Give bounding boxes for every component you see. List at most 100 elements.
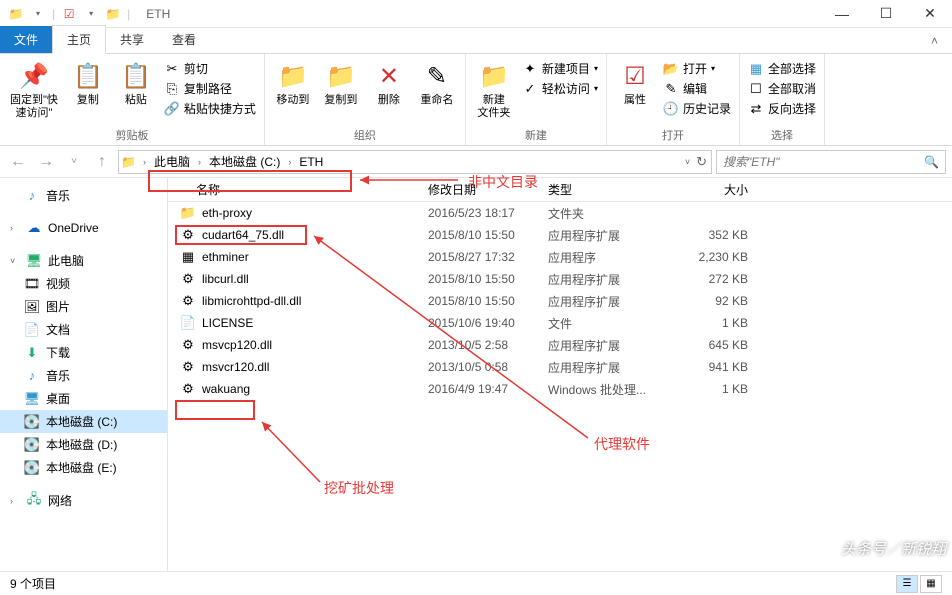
qat-dropdown-icon[interactable]: ▾ [30,6,46,22]
pin-quickaccess-button[interactable]: 📌 固定到"快 速访问" [6,58,62,122]
file-list[interactable]: 📁eth-proxy2016/5/23 18:17文件夹⚙cudart64_75… [168,202,952,400]
properties-button[interactable]: ☑属性 [613,58,657,109]
new-item-button[interactable]: ✦新建项目▾ [522,60,598,77]
easy-access-button[interactable]: ✓轻松访问▾ [522,80,598,97]
col-name[interactable]: 名称 [168,181,428,198]
table-row[interactable]: ⚙wakuang2016/4/9 19:47Windows 批处理...1 KB [168,378,952,400]
breadcrumb-eth[interactable]: ETH [295,153,327,171]
file-type: 应用程序 [548,249,678,266]
open-icon: 📂 [663,61,679,77]
edit-button[interactable]: ✎编辑 [663,80,731,97]
column-headers: 名称 修改日期 类型 大小 [168,178,952,202]
tab-file[interactable]: 文件 [0,26,52,53]
table-row[interactable]: ▦ethminer2015/8/27 17:32应用程序2,230 KB [168,246,952,268]
table-row[interactable]: ⚙msvcr120.dll2013/10/5 0:58应用程序扩展941 KB [168,356,952,378]
breadcrumb-thispc[interactable]: 此电脑 [150,151,194,172]
chevron-right-icon[interactable]: › [196,157,203,167]
nav-forward-button[interactable]: → [34,150,58,174]
table-row[interactable]: 📄LICENSE2015/10/6 19:40文件1 KB [168,312,952,334]
file-icon: ⚙ [180,271,196,287]
sidebar-item-downloads[interactable]: ⬇下载 [0,341,167,364]
chevron-right-icon[interactable]: › [286,157,293,167]
sidebar-item-videos[interactable]: 🎞视频 [0,272,167,295]
copy-button[interactable]: 📋 复制 [66,58,110,109]
file-type: 应用程序扩展 [548,293,678,310]
sidebar-item-music-qa[interactable]: ♪音乐 [0,184,167,207]
tab-view[interactable]: 查看 [158,26,210,53]
minimize-button[interactable]: — [820,0,864,28]
sidebar-item-documents[interactable]: 📄文档 [0,318,167,341]
file-size: 941 KB [678,360,768,374]
sidebar-item-thispc[interactable]: ˅🖥此电脑 [0,249,167,272]
new-item-icon: ✦ [522,61,538,77]
table-row[interactable]: 📁eth-proxy2016/5/23 18:17文件夹 [168,202,952,224]
paste-button[interactable]: 📋 粘贴 [114,58,158,109]
file-size: 1 KB [678,316,768,330]
file-size: 272 KB [678,272,768,286]
new-folder-button[interactable]: 📁新建 文件夹 [472,58,516,122]
invert-icon: ⇄ [748,101,764,117]
copy-to-button[interactable]: 📁复制到 [319,58,363,109]
select-none-button[interactable]: ☐全部取消 [748,80,816,97]
file-date: 2015/8/10 15:50 [428,272,548,286]
qat-dropdown2-icon[interactable]: ▾ [83,6,99,22]
tab-share[interactable]: 共享 [106,26,158,53]
sidebar-item-diske[interactable]: 💽本地磁盘 (E:) [0,456,167,479]
address-bar[interactable]: 📁 › 此电脑 › 本地磁盘 (C:) › ETH ˅ ↻ [118,150,712,174]
table-row[interactable]: ⚙cudart64_75.dll2015/8/10 15:50应用程序扩展352… [168,224,952,246]
drive-icon: 💽 [24,414,40,430]
file-size: 352 KB [678,228,768,242]
icons-view-button[interactable]: ▦ [920,575,942,593]
sidebar-item-pictures[interactable]: 🖼图片 [0,295,167,318]
file-date: 2016/5/23 18:17 [428,206,548,220]
open-button[interactable]: 📂打开▾ [663,60,731,77]
details-view-button[interactable]: ☰ [896,575,918,593]
ribbon-expand-icon[interactable]: ˄ [917,29,952,53]
sidebar-item-music[interactable]: ♪音乐 [0,364,167,387]
search-icon[interactable]: 🔍 [924,155,939,169]
delete-button[interactable]: ✕删除 [367,58,411,109]
table-row[interactable]: ⚙libmicrohttpd-dll.dll2015/8/10 15:50应用程… [168,290,952,312]
chevron-icon[interactable]: › [10,496,20,506]
move-to-button[interactable]: 📁移动到 [271,58,315,109]
table-row[interactable]: ⚙libcurl.dll2015/8/10 15:50应用程序扩展272 KB [168,268,952,290]
refresh-icon[interactable]: ↻ [694,154,709,170]
address-dropdown-icon[interactable]: ˅ [683,157,692,167]
close-button[interactable]: ✕ [908,0,952,28]
col-date[interactable]: 修改日期 [428,181,548,198]
sidebar-item-desktop[interactable]: 🖥桌面 [0,387,167,410]
search-input[interactable] [723,155,924,169]
qat-check-icon[interactable]: ☑ [61,6,77,22]
paste-icon: 📋 [120,60,152,92]
paste-shortcut-button[interactable]: 🔗粘贴快捷方式 [164,100,256,117]
sidebar-item-diskd[interactable]: 💽本地磁盘 (D:) [0,433,167,456]
nav-recent-dropdown[interactable]: ˅ [62,150,86,174]
sidebar-item-diskc[interactable]: 💽本地磁盘 (C:) [0,410,167,433]
network-icon: 🖧 [26,493,42,509]
invert-selection-button[interactable]: ⇄反向选择 [748,100,816,117]
select-all-button[interactable]: ▦全部选择 [748,60,816,77]
search-box[interactable]: 🔍 [716,150,946,174]
rename-button[interactable]: ✎重命名 [415,58,459,109]
chevron-down-icon[interactable]: ˅ [10,256,20,266]
cut-button[interactable]: ✂剪切 [164,60,256,77]
file-name: msvcr120.dll [202,360,269,374]
file-date: 2016/4/9 19:47 [428,382,548,396]
table-row[interactable]: ⚙msvcp120.dll2013/10/5 2:58应用程序扩展645 KB [168,334,952,356]
file-icon: ⚙ [180,381,196,397]
tab-home[interactable]: 主页 [52,25,106,54]
col-type[interactable]: 类型 [548,181,678,198]
sidebar-item-onedrive[interactable]: ›☁OneDrive [0,217,167,239]
nav-up-button[interactable]: ↑ [90,150,114,174]
history-button[interactable]: 🕘历史记录 [663,100,731,117]
col-size[interactable]: 大小 [678,181,768,198]
nav-back-button[interactable]: ← [6,150,30,174]
chevron-right-icon[interactable]: › [141,157,148,167]
copy-path-button[interactable]: ⎘复制路径 [164,80,256,97]
navigation-pane[interactable]: ♪音乐 ›☁OneDrive ˅🖥此电脑 🎞视频 🖼图片 📄文档 ⬇下载 ♪音乐… [0,178,168,571]
breadcrumb-diskc[interactable]: 本地磁盘 (C:) [205,151,284,172]
sidebar-item-network[interactable]: ›🖧网络 [0,489,167,512]
copyto-icon: 📁 [325,60,357,92]
chevron-icon[interactable]: › [10,223,20,233]
maximize-button[interactable]: ☐ [864,0,908,28]
